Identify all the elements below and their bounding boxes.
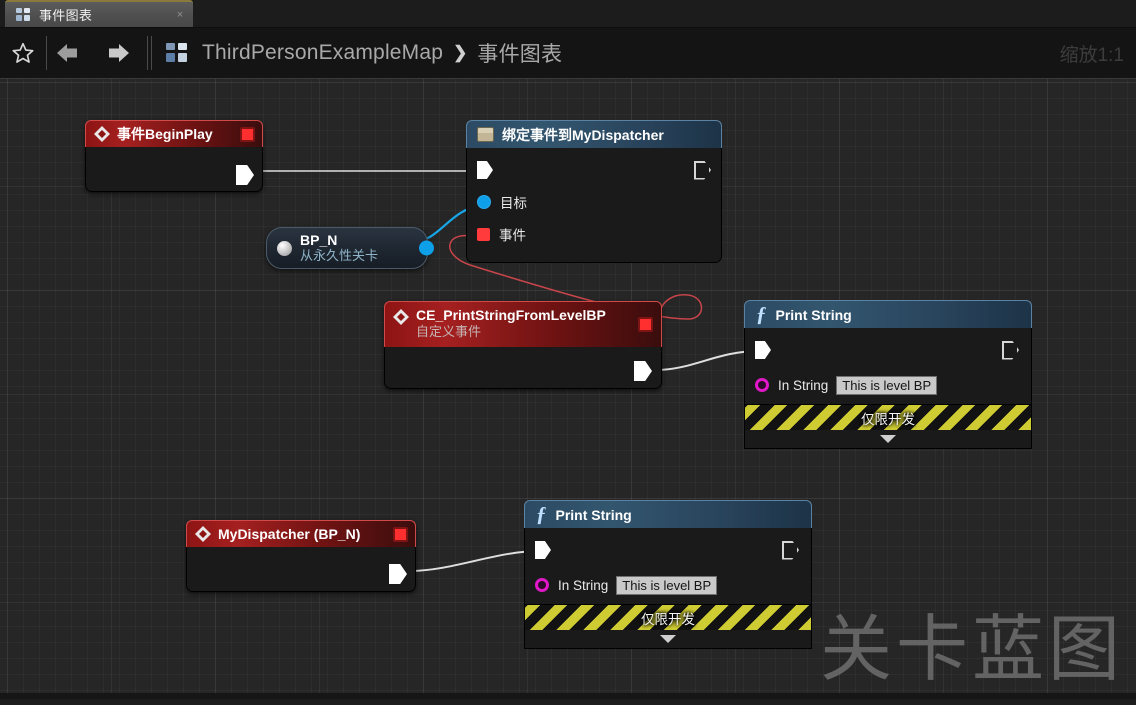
node-header: 事件BeginPlay	[85, 120, 263, 147]
node-bp-n-variable[interactable]: BP_N 从永久性关卡	[266, 227, 434, 269]
red-square-icon[interactable]	[240, 127, 255, 142]
red-square-icon[interactable]	[393, 527, 408, 542]
variable-subtitle: 从永久性关卡	[300, 248, 379, 263]
node-body: In String This is level BP 仅限开发	[524, 528, 812, 649]
chevron-down-icon	[660, 635, 676, 643]
arrow-left-icon	[57, 44, 77, 62]
tab-label: 事件图表	[39, 8, 93, 23]
forward-button[interactable]	[93, 28, 139, 79]
level-blueprint-watermark: 关卡蓝图	[819, 607, 1124, 691]
in-string-row: In String This is level BP	[525, 566, 811, 604]
zoom-level-label: 缩放1:1	[1059, 45, 1124, 66]
blueprint-editor-window: 事件图表 × ThirdPersonExampleMap ❯ 事件图表 缩放1:…	[0, 0, 1136, 705]
tab-strip: 事件图表 ×	[0, 0, 1136, 28]
node-body: In String This is level BP 仅限开发	[744, 328, 1032, 449]
function-f-icon: ƒ	[756, 302, 767, 326]
development-only-label: 仅限开发	[861, 411, 915, 427]
graph-footer-bar	[0, 693, 1136, 699]
collapse-toggle[interactable]	[525, 630, 811, 648]
target-pin-row: 目标	[467, 186, 721, 218]
in-string-input[interactable]: This is level BP	[836, 375, 938, 395]
graph-toolbar: ThirdPersonExampleMap ❯ 事件图表	[0, 28, 1136, 79]
development-only-label: 仅限开发	[641, 611, 695, 627]
delegate-box-icon	[477, 127, 494, 142]
node-header: ƒ Print String	[744, 300, 1032, 328]
node-title: MyDispatcher (BP_N)	[218, 526, 361, 542]
exec-in-pin[interactable]	[755, 341, 771, 359]
target-pin-label: 目标	[500, 196, 527, 211]
exec-out-pin[interactable]	[782, 540, 799, 560]
node-body: 目标 事件	[466, 148, 722, 263]
chevron-down-icon	[880, 435, 896, 443]
tab-event-graph[interactable]: 事件图表 ×	[5, 0, 193, 27]
node-print-string-2[interactable]: ƒ Print String In String This is level B…	[524, 500, 812, 649]
exec-in-pin[interactable]	[535, 541, 551, 559]
close-icon[interactable]: ×	[175, 10, 185, 21]
exec-out-pin[interactable]	[694, 160, 711, 180]
node-mydispatcher-bp-n[interactable]: MyDispatcher (BP_N)	[186, 520, 416, 592]
exec-row	[745, 334, 1031, 366]
development-only-banner: 仅限开发	[525, 604, 811, 630]
node-header: CE_PrintStringFromLevelBP 自定义事件	[384, 301, 662, 347]
object-orb-icon	[277, 240, 292, 256]
node-body	[85, 147, 263, 192]
node-subtitle: 自定义事件	[416, 324, 482, 339]
breadcrumb-leaf[interactable]: 事件图表	[477, 38, 562, 68]
star-icon	[12, 42, 34, 63]
in-string-label: In String	[778, 377, 829, 393]
node-header: ƒ Print String	[524, 500, 812, 528]
exec-out-pin[interactable]	[389, 564, 407, 584]
node-header: 绑定事件到MyDispatcher	[466, 120, 722, 148]
development-only-banner: 仅限开发	[745, 404, 1031, 430]
exec-in-pin[interactable]	[477, 161, 493, 179]
node-title: Print String	[775, 306, 852, 323]
exec-row	[467, 154, 721, 186]
blueprint-grid-icon	[166, 43, 188, 63]
node-ce-print-string-from-level-bp[interactable]: CE_PrintStringFromLevelBP 自定义事件	[384, 301, 662, 389]
red-square-icon[interactable]	[638, 317, 653, 332]
exec-out-pin[interactable]	[236, 165, 254, 185]
node-body	[186, 547, 416, 592]
node-body	[384, 347, 662, 389]
exec-row	[525, 534, 811, 566]
event-diamond-icon	[94, 126, 110, 142]
breadcrumb-root[interactable]: ThirdPersonExampleMap	[202, 41, 443, 65]
node-event-begin-play[interactable]: 事件BeginPlay	[85, 120, 263, 192]
object-out-pin[interactable]	[419, 240, 434, 256]
event-pin-label: 事件	[499, 228, 526, 243]
exec-out-pin[interactable]	[634, 361, 652, 381]
node-title: 绑定事件到MyDispatcher	[502, 126, 664, 143]
target-pin[interactable]	[477, 195, 491, 209]
variable-name: BP_N	[300, 232, 338, 248]
event-pin-row: 事件	[467, 218, 721, 250]
in-string-pin[interactable]	[755, 378, 769, 392]
in-string-row: In String This is level BP	[745, 366, 1031, 404]
node-header: MyDispatcher (BP_N)	[186, 520, 416, 547]
chevron-right-icon: ❯	[453, 43, 468, 62]
collapse-toggle[interactable]	[745, 430, 1031, 448]
back-button[interactable]	[47, 28, 93, 79]
node-print-string-1[interactable]: ƒ Print String In String This is level B…	[744, 300, 1032, 449]
node-title: Print String	[555, 506, 632, 523]
toolbar-divider-3	[151, 36, 152, 70]
function-f-icon: ƒ	[536, 502, 547, 526]
event-diamond-icon	[393, 309, 409, 325]
in-string-label: In String	[558, 577, 609, 593]
blueprint-graph-canvas[interactable]: 事件BeginPlay 绑定事件到MyDispatcher 目标 事件 BP_N…	[0, 79, 1136, 699]
exec-out-pin[interactable]	[1002, 340, 1019, 360]
event-delegate-pin[interactable]	[477, 227, 490, 241]
arrow-right-icon	[109, 44, 129, 62]
node-title: 事件BeginPlay	[117, 126, 213, 142]
node-bind-event-to-mydispatcher[interactable]: 绑定事件到MyDispatcher 目标 事件	[466, 120, 722, 263]
favorite-button[interactable]	[0, 28, 46, 79]
in-string-input[interactable]: This is level BP	[616, 575, 718, 595]
toolbar-divider-2	[147, 36, 148, 70]
in-string-pin[interactable]	[535, 578, 549, 592]
wire-exec-dispatcher-to-printstring2	[409, 550, 541, 572]
grid-icon	[16, 7, 31, 22]
event-diamond-icon	[195, 526, 211, 542]
